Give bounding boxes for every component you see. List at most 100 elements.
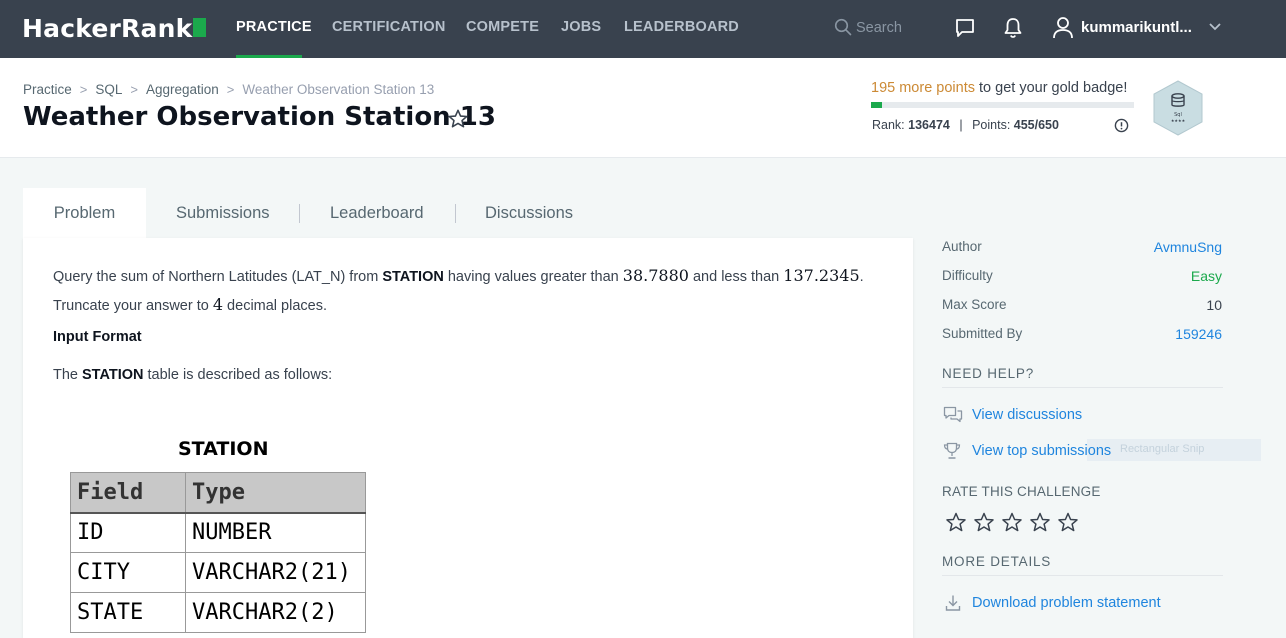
- field-cell: STATE: [70, 592, 186, 633]
- nav-leaderboard[interactable]: LEADERBOARD: [624, 19, 739, 35]
- tab-divider: [299, 204, 300, 223]
- field-cell: ID: [70, 512, 186, 553]
- type-cell: NUMBER: [185, 512, 366, 553]
- user-icon[interactable]: [1052, 16, 1074, 40]
- tab-submissions[interactable]: Submissions: [176, 188, 270, 238]
- badge-progress-text: 195 more points to get your gold badge!: [871, 80, 1127, 96]
- difficulty-label: Difficulty: [942, 268, 993, 283]
- info-alert-icon[interactable]: [1114, 118, 1129, 133]
- badge-goal-text: to get your gold badge!: [979, 80, 1128, 96]
- question-text: and less than: [688, 269, 784, 285]
- table-name: STATION: [382, 269, 444, 285]
- table-caption: STATION: [178, 438, 269, 460]
- author-value[interactable]: AvmnuSng: [1154, 239, 1222, 255]
- type-cell: VARCHAR2(2): [185, 592, 366, 633]
- table-name: STATION: [82, 367, 144, 383]
- badge-stars: ★★★★: [1171, 118, 1186, 123]
- column-header-type: Type: [185, 472, 366, 514]
- bookmark-star-icon[interactable]: [447, 108, 469, 130]
- rank-value: 136474: [908, 118, 950, 132]
- author-label: Author: [942, 239, 982, 254]
- description-text: The: [53, 367, 83, 383]
- points-label: Points:: [972, 118, 1011, 132]
- search-input[interactable]: [856, 16, 936, 40]
- view-discussions-link[interactable]: View discussions: [972, 407, 1082, 423]
- top-navigation-bar: HackerRank PRACTICE CERTIFICATION COMPET…: [0, 0, 1286, 58]
- table-row: ID NUMBER: [70, 512, 366, 553]
- nav-certification[interactable]: CERTIFICATION: [332, 19, 446, 35]
- problem-statement-card: Query the sum of Northern Latitudes (LAT…: [23, 238, 913, 638]
- rating-star-3[interactable]: [1002, 512, 1022, 532]
- messages-icon[interactable]: [955, 17, 975, 39]
- difficulty-value: Easy: [1190, 268, 1222, 284]
- breadcrumb-aggregation[interactable]: Aggregation: [146, 82, 219, 97]
- rating-star-5[interactable]: [1058, 512, 1078, 532]
- hackerrank-logo[interactable]: HackerRank: [22, 14, 192, 43]
- upper-bound: 137.2345: [783, 266, 860, 285]
- nav-jobs[interactable]: JOBS: [561, 19, 601, 35]
- decimal-places: 4: [212, 295, 224, 314]
- badge-progress-bar: [871, 102, 1134, 108]
- chevron-right-icon: >: [130, 81, 138, 97]
- need-help-heading: NEED HELP?: [942, 366, 1035, 381]
- chevron-right-icon: >: [79, 81, 88, 97]
- table-row: CITY VARCHAR2(21): [70, 552, 366, 593]
- notifications-bell-icon[interactable]: [1003, 17, 1023, 39]
- username[interactable]: kummarikuntl...: [1081, 19, 1192, 36]
- question-text: decimal places.: [223, 298, 327, 314]
- table-header-row: Field Type: [70, 472, 366, 514]
- view-top-submissions-link[interactable]: View top submissions: [972, 443, 1111, 459]
- logo-mark: [193, 18, 206, 37]
- rectangular-snip-overlay: Rectangular Snip: [1087, 439, 1261, 461]
- tab-divider: [455, 204, 456, 223]
- divider: [942, 575, 1223, 576]
- problem-question: Query the sum of Northern Latitudes (LAT…: [53, 262, 883, 320]
- field-cell: CITY: [70, 552, 186, 593]
- max-score-label: Max Score: [942, 297, 1007, 312]
- tab-leaderboard[interactable]: Leaderboard: [330, 188, 424, 238]
- rating-star-1[interactable]: [946, 512, 966, 532]
- column-header-field: Field: [70, 472, 186, 514]
- description-text: table is described as follows:: [143, 367, 333, 383]
- question-text: Query the sum of Northern Latitudes (LAT…: [53, 269, 383, 285]
- search-icon: [834, 18, 852, 36]
- rating-star-4[interactable]: [1030, 512, 1050, 532]
- challenge-header: Practice > SQL > Aggregation > Weather Observa…: [0, 58, 1286, 158]
- question-text: having values greater than: [443, 269, 623, 285]
- chevron-right-icon: >: [226, 81, 235, 97]
- rate-challenge-heading: RATE THIS CHALLENGE: [942, 484, 1101, 499]
- divider: |: [959, 118, 963, 132]
- breadcrumb-sql[interactable]: SQL: [95, 82, 122, 97]
- rating-star-2[interactable]: [974, 512, 994, 532]
- discussions-icon: [943, 406, 963, 423]
- rating-stars: [946, 512, 1078, 532]
- download-icon: [945, 595, 961, 611]
- station-schema-table: Field Type ID NUMBER CITY VARCHAR2(21) S…: [70, 472, 366, 633]
- type-cell: VARCHAR2(21): [185, 552, 366, 593]
- submitted-by-value[interactable]: 159246: [1175, 326, 1222, 342]
- download-problem-statement-link[interactable]: Download problem statement: [972, 595, 1161, 611]
- rank-points: Rank: 136474 | Points: 455/650: [872, 118, 1059, 132]
- breadcrumb-practice[interactable]: Practice: [23, 82, 72, 97]
- more-details-heading: MORE DETAILS: [942, 554, 1052, 569]
- lower-bound: 38.7880: [622, 266, 689, 285]
- badge-progress-fill: [871, 102, 882, 108]
- breadcrumb-current: Weather Observation Station 13: [242, 81, 435, 97]
- breadcrumb: Practice > SQL > Aggregation > Weather Observa…: [23, 81, 434, 97]
- sql-badge-icon[interactable]: Sql ★★★★: [1152, 80, 1204, 136]
- nav-compete[interactable]: COMPETE: [466, 19, 539, 35]
- rank-label: Rank:: [872, 118, 905, 132]
- table-description: The STATION table is described as follow…: [53, 367, 332, 383]
- points-value: 455/650: [1013, 118, 1059, 132]
- trophy-icon: [943, 442, 961, 459]
- divider: [942, 387, 1223, 388]
- tab-discussions[interactable]: Discussions: [485, 188, 573, 238]
- nav-practice[interactable]: PRACTICE: [236, 19, 312, 35]
- table-row: STATE VARCHAR2(2): [70, 592, 366, 633]
- input-format-heading: Input Format: [53, 329, 142, 345]
- points-needed: 195 more points: [871, 80, 975, 96]
- max-score-value: 10: [1206, 297, 1222, 313]
- tab-problem[interactable]: Problem: [23, 188, 146, 238]
- submitted-by-label: Submitted By: [942, 326, 1023, 341]
- chevron-down-icon[interactable]: [1208, 21, 1222, 33]
